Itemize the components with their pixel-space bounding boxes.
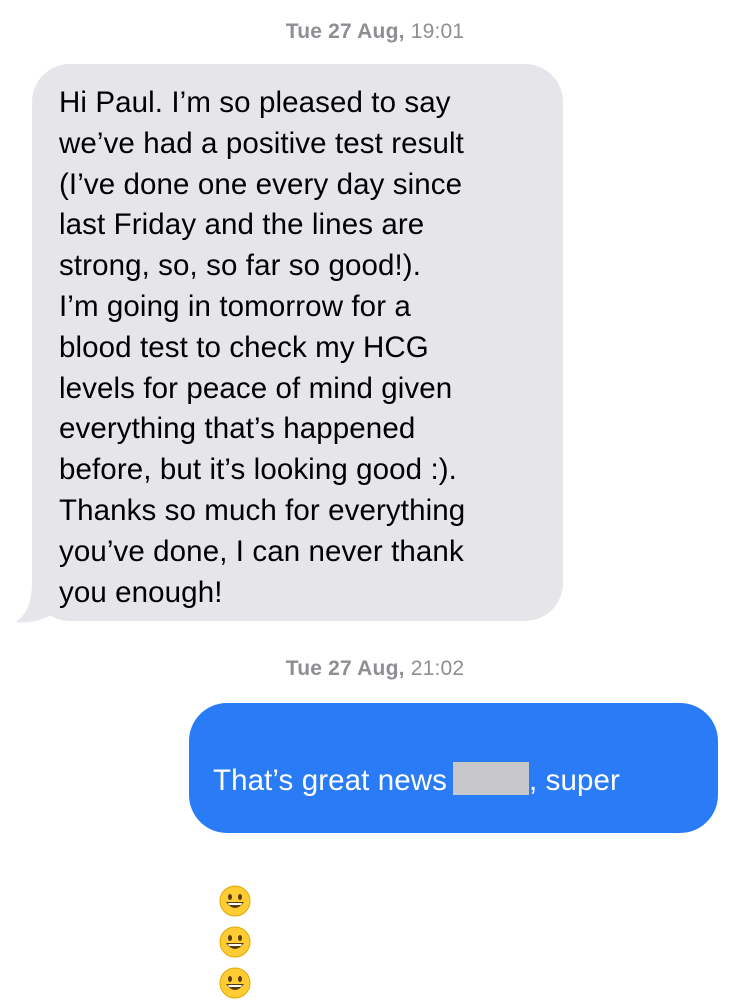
redacted-name-block (453, 761, 529, 795)
timestamp-day: Tue 27 Aug, (285, 20, 405, 43)
outgoing-message-bubble[interactable]: That’s great news , super pleased for you… (189, 703, 718, 999)
outgoing-text-part: That’s great news (213, 763, 447, 797)
message-timestamp: Tue 27 Aug, 21:02 (0, 657, 750, 681)
outgoing-text-part: , super (529, 763, 620, 797)
timestamp-time: 19:01 (410, 20, 465, 43)
grinning-face-icon (219, 926, 251, 958)
incoming-message-bubble[interactable]: Hi Paul. I’m so pleased to say we’ve had… (32, 64, 563, 621)
outgoing-text-part: pleased for you. (213, 845, 425, 879)
outgoing-message-text: That’s great news , super pleased for you… (213, 720, 698, 1006)
timestamp-time: 21:02 (410, 657, 465, 680)
grinning-face-icon (219, 885, 251, 917)
message-timestamp: Tue 27 Aug, 19:01 (0, 20, 750, 44)
timestamp-day: Tue 27 Aug, (285, 657, 405, 680)
grinning-face-icon (219, 967, 251, 999)
incoming-message-text: Hi Paul. I’m so pleased to say we’ve had… (59, 86, 466, 609)
